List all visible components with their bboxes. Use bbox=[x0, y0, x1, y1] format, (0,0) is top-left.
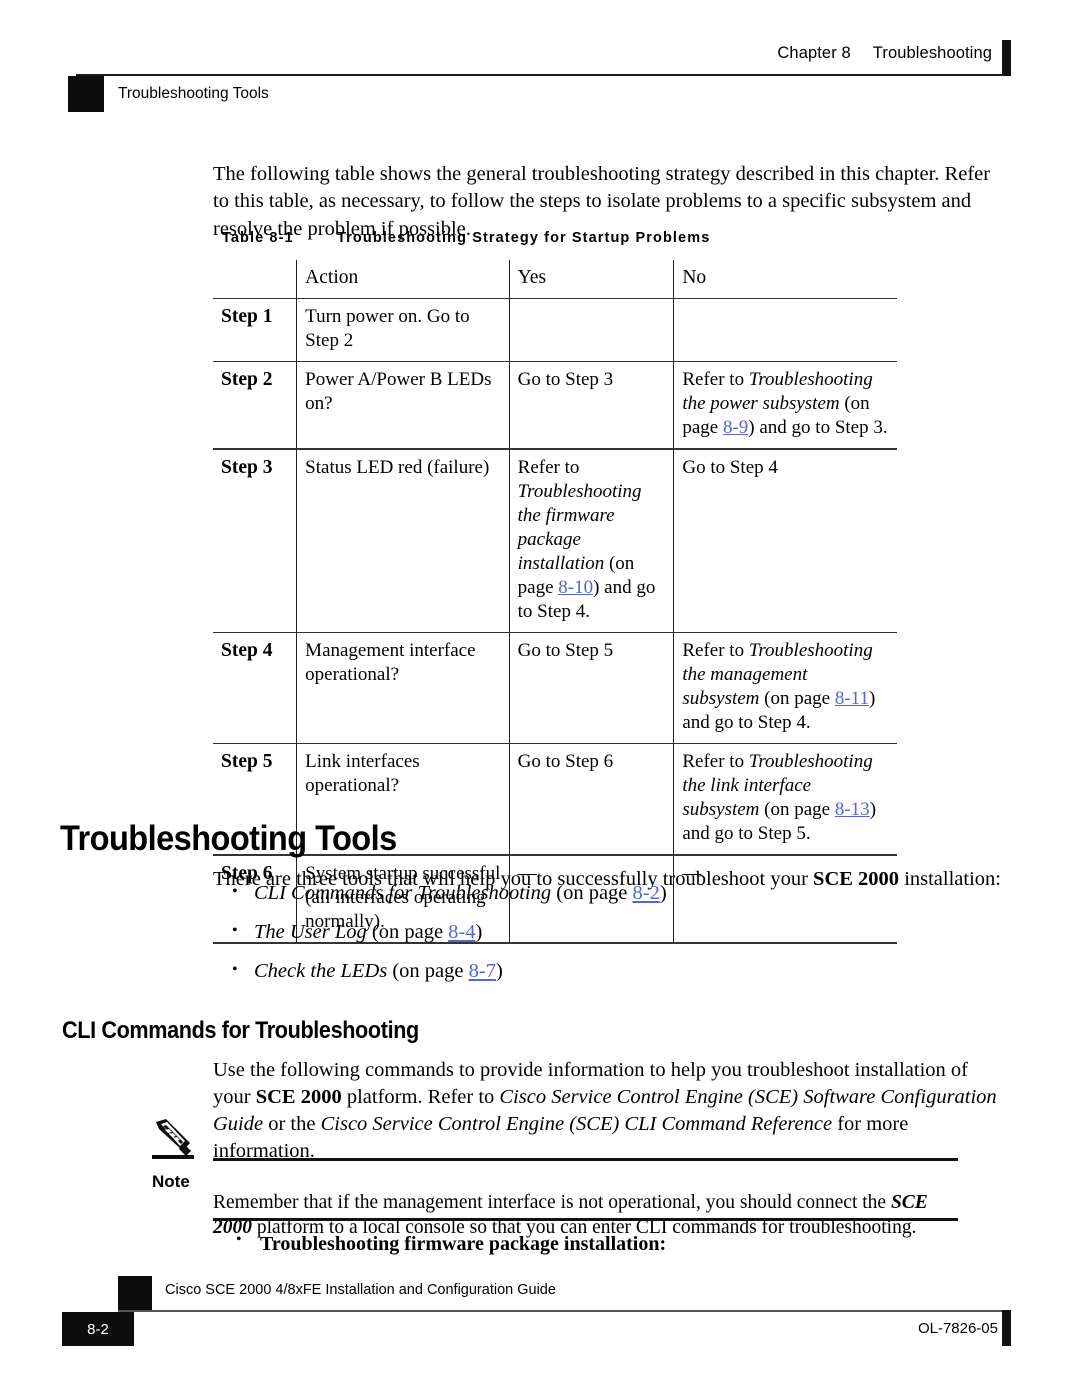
table-cell-step: Step 1 bbox=[213, 298, 297, 362]
table-col-header-blank bbox=[213, 260, 297, 299]
table-cell-no: Refer to Troubleshooting the power subsy… bbox=[673, 361, 897, 449]
table-cell-yes: Go to Step 6 bbox=[508, 743, 674, 855]
footer-right-black-tab bbox=[1002, 1310, 1011, 1346]
bullet-tail: ) bbox=[495, 960, 503, 982]
no-cell-post: (on page bbox=[759, 799, 835, 820]
bullet-post: (on page bbox=[366, 921, 449, 943]
header-chapter-title: Troubleshooting bbox=[872, 44, 992, 62]
bullet-tail: ) bbox=[659, 882, 667, 904]
table-cell-action: Turn power on. Go to Step 2 bbox=[296, 298, 510, 362]
yes-cell-pre: Go to Step 6 bbox=[517, 751, 614, 772]
table-row: Step 1 Turn power on. Go to Step 2 bbox=[213, 298, 897, 362]
table-cell-action: Status LED red (failure) bbox=[296, 448, 510, 633]
cli-para-text-2: platform. Refer to bbox=[341, 1085, 500, 1108]
header-chapter-line: Chapter 8 Troubleshooting bbox=[777, 44, 992, 63]
yes-cell-pre: Go to Step 5 bbox=[517, 640, 614, 661]
no-cell-pre: Go to Step 4 bbox=[682, 457, 778, 478]
no-cell-pre: Refer to bbox=[682, 751, 749, 772]
table-cell-yes: Refer to Troubleshooting the firmware pa… bbox=[508, 448, 674, 633]
table-caption-title: Troubleshooting Strategy for Startup Pro… bbox=[337, 230, 711, 246]
bullet-page-link[interactable]: 8-2 bbox=[633, 882, 660, 904]
yes-cell-page-link[interactable]: 8-10 bbox=[558, 577, 593, 598]
no-cell-page-link[interactable]: 8-13 bbox=[835, 799, 870, 820]
table-row: Step 3 Status LED red (failure) Refer to T… bbox=[213, 448, 897, 633]
table-cell-yes: Go to Step 3 bbox=[508, 361, 674, 449]
header-chapter-number: Chapter 8 bbox=[777, 44, 851, 62]
no-cell-tail: ) and go to Step 3. bbox=[748, 417, 888, 438]
no-cell-page-link[interactable]: 8-11 bbox=[835, 688, 869, 709]
table-caption-number: Table 8-1 bbox=[222, 230, 294, 246]
table-caption: Table 8-1 Troubleshooting Strategy for St… bbox=[222, 230, 710, 246]
note-label: Note bbox=[152, 1172, 190, 1191]
header-left-black-box bbox=[68, 76, 104, 112]
footer-page-number: 8-2 bbox=[87, 1321, 109, 1338]
note-top-rule bbox=[213, 1158, 958, 1161]
table-cell-yes bbox=[508, 298, 674, 362]
table-cell-no: Refer to Troubleshooting the management … bbox=[673, 632, 897, 744]
footer-guide-title: Cisco SCE 2000 4/8xFE Installation and C… bbox=[165, 1282, 556, 1298]
page-title-troubleshooting-tools: Troubleshooting Tools bbox=[60, 819, 397, 859]
header-running-section: Troubleshooting Tools bbox=[118, 85, 269, 102]
table-cell-action: Power A/Power B LEDs on? bbox=[296, 361, 510, 449]
header-right-black-tab bbox=[1002, 40, 1011, 76]
list-item: CLI Commands for Troubleshooting (on pag… bbox=[228, 878, 1008, 907]
bullet-post: (on page bbox=[387, 960, 469, 982]
cli-intro-paragraph: Use the following commands to provide in… bbox=[213, 1057, 1003, 1165]
note-text-part-1: Remember that if the management interfac… bbox=[213, 1191, 891, 1213]
table-cell-no: Go to Step 4 bbox=[673, 448, 897, 633]
yes-cell-pre: Go to Step 3 bbox=[517, 369, 614, 390]
bullet-link-title: The User Log bbox=[254, 921, 367, 943]
no-cell-pre: Refer to bbox=[682, 640, 749, 661]
table-col-header-yes: Yes bbox=[508, 260, 674, 299]
final-bullet-item: Troubleshooting firmware package install… bbox=[234, 1231, 666, 1256]
table-row: Step 4 Management interface operational? G… bbox=[213, 632, 897, 744]
footer-black-box bbox=[118, 1276, 152, 1310]
table-cell-step: Step 4 bbox=[213, 632, 297, 744]
note-bottom-rule bbox=[213, 1218, 958, 1221]
note-body-text: Remember that if the management interfac… bbox=[213, 1190, 961, 1240]
table-cell-step: Step 3 bbox=[213, 448, 297, 633]
cli-para-guide-ref-2: Cisco Service Control Engine (SCE) CLI C… bbox=[320, 1112, 833, 1135]
bullet-page-link[interactable]: 8-7 bbox=[469, 960, 496, 982]
no-cell-post: (on page bbox=[759, 688, 835, 709]
yes-cell-pre: Refer to bbox=[517, 457, 580, 478]
bullet-page-link[interactable]: 8-4 bbox=[448, 921, 475, 943]
table-cell-no: Refer to Troubleshooting the link interf… bbox=[673, 743, 897, 855]
section-title-cli-commands: CLI Commands for Troubleshooting bbox=[62, 1016, 419, 1044]
tools-bullet-list: CLI Commands for Troubleshooting (on pag… bbox=[228, 878, 1008, 997]
bullet-link-title: CLI Commands for Troubleshooting bbox=[254, 882, 552, 904]
note-pencil-icon bbox=[150, 1118, 198, 1162]
cli-para-text-3: or the bbox=[263, 1112, 321, 1135]
table-col-header-no: No bbox=[673, 260, 897, 299]
table-cell-step: Step 2 bbox=[213, 361, 297, 449]
footer-rule bbox=[118, 1310, 1008, 1312]
list-item: Check the LEDs (on page 8-7) bbox=[228, 956, 1008, 985]
table-cell-yes: Go to Step 5 bbox=[508, 632, 674, 744]
bullet-post: (on page bbox=[551, 882, 633, 904]
cli-para-product: SCE 2000 bbox=[255, 1085, 342, 1108]
page-header: Chapter 8 Troubleshooting Troubleshooting… bbox=[0, 0, 1080, 120]
bullet-link-title: Check the LEDs bbox=[254, 960, 388, 982]
bullet-tail: ) bbox=[475, 921, 483, 943]
no-cell-page-link[interactable]: 8-9 bbox=[723, 417, 748, 438]
footer-document-id: OL-7826-05 bbox=[917, 1320, 998, 1337]
list-item: The User Log (on page 8-4) bbox=[228, 917, 1008, 946]
header-rule bbox=[76, 74, 1008, 76]
table-cell-no bbox=[673, 298, 897, 362]
table-col-header-action: Action bbox=[296, 260, 510, 299]
table-row: Step 2 Power A/Power B LEDs on? Go to Step… bbox=[213, 361, 897, 449]
table-header-row: Action Yes No bbox=[213, 260, 897, 299]
table-cell-action: Management interface operational? bbox=[296, 632, 510, 744]
no-cell-pre: Refer to bbox=[682, 369, 749, 390]
